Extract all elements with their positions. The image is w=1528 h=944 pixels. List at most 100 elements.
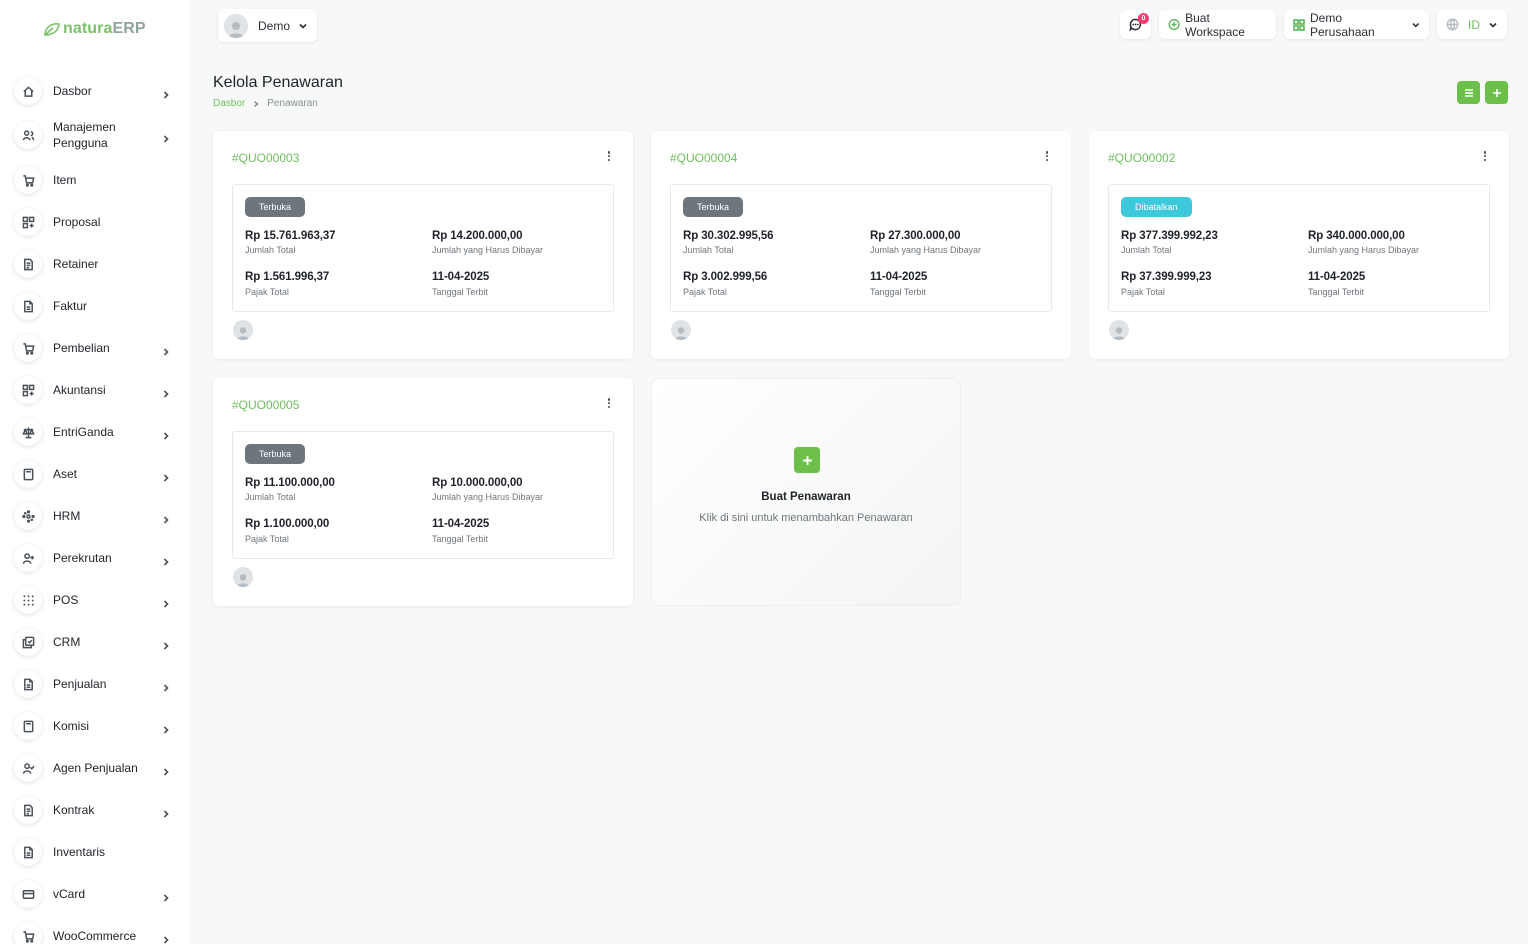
- quotation-id-link[interactable]: #QUO00004: [670, 151, 737, 165]
- sidebar-item-kontrak[interactable]: Kontrak: [14, 796, 180, 824]
- issue-date: 11-04-2025: [870, 271, 928, 283]
- list-view-button[interactable]: [1457, 81, 1480, 104]
- tax-amount: Rp 37.399.999,23: [1121, 271, 1212, 283]
- sidebar-item-pos[interactable]: POS: [14, 586, 180, 614]
- cart-icon: [14, 166, 42, 194]
- total-amount-label: Jumlah Total: [245, 492, 296, 502]
- total-amount: Rp 11.100.000,00: [245, 477, 335, 489]
- quotation-id-link[interactable]: #QUO00003: [232, 151, 299, 165]
- sidebar-item-label: Faktur: [53, 299, 88, 313]
- sidebar-item-komisi[interactable]: Komisi: [14, 712, 180, 740]
- sidebar-item-vcard[interactable]: vCard: [14, 880, 180, 908]
- quotation-summary: Terbuka Rp 30.302.995,56 Jumlah Total Rp 27…: [670, 184, 1052, 312]
- sidebar-item-label: EntriGanda: [53, 425, 114, 439]
- quotation-id-link[interactable]: #QUO00002: [1108, 151, 1175, 165]
- more-vertical-icon[interactable]: [1480, 150, 1490, 162]
- chevron-right-icon: [162, 681, 170, 692]
- sidebar-item-label: Akuntansi: [53, 383, 106, 397]
- sidebar-item-proposal[interactable]: Proposal: [14, 208, 180, 236]
- chevron-right-icon: [162, 387, 170, 398]
- chevron-right-icon: [162, 597, 170, 608]
- sidebar-item-manajemen-pengguna[interactable]: Manajemen Pengguna: [14, 115, 180, 155]
- sidebar-item-pembelian[interactable]: Pembelian: [14, 334, 180, 362]
- sidebar-item-label: Inventaris: [53, 845, 106, 859]
- due-amount: Rp 10.000.000,00: [432, 477, 523, 489]
- assignee-avatar[interactable]: [233, 320, 253, 340]
- cart-icon: [14, 922, 42, 944]
- create-workspace-button[interactable]: Buat Workspace: [1159, 10, 1276, 39]
- chevron-right-icon: [162, 639, 170, 650]
- language-selector[interactable]: ID: [1437, 10, 1507, 39]
- sidebar-item-dasbor[interactable]: Dasbor: [14, 77, 180, 105]
- brand-logo[interactable]: naturaERP: [44, 18, 146, 40]
- sidebar-item-penjualan[interactable]: Penjualan: [14, 670, 180, 698]
- breadcrumb-current: Penawaran: [267, 98, 318, 109]
- add-quotation-button[interactable]: [1485, 81, 1508, 104]
- notifications-button[interactable]: 0: [1120, 10, 1151, 39]
- status-badge: Terbuka: [683, 197, 744, 217]
- document-icon: [14, 292, 42, 320]
- users-icon: [14, 121, 42, 149]
- chevron-right-icon: [162, 891, 170, 902]
- sidebar-item-label: Agen Penjualan: [53, 761, 138, 775]
- sidebar: naturaERP Dasbor Manajemen Pengguna Item Pr…: [0, 0, 190, 944]
- sidebar-item-aset[interactable]: Aset: [14, 460, 180, 488]
- sidebar-item-label: Kontrak: [53, 803, 95, 817]
- assignee-avatar[interactable]: [233, 567, 253, 587]
- sidebar-item-crm[interactable]: CRM: [14, 628, 180, 656]
- user-avatar: [224, 13, 248, 38]
- language-code: ID: [1468, 17, 1480, 32]
- user-check-icon: [14, 754, 42, 782]
- status-badge: Dibatalkan: [1121, 197, 1192, 217]
- assignee-avatar[interactable]: [1109, 320, 1129, 340]
- chevron-down-icon: [1412, 22, 1420, 27]
- chevron-down-icon: [299, 23, 307, 29]
- sidebar-item-hrm[interactable]: HRM: [14, 502, 180, 530]
- sidebar-item-woocommerce[interactable]: WooCommerce: [14, 922, 180, 944]
- total-amount: Rp 30.302.995,56: [683, 230, 774, 242]
- plus-circle-icon: [1168, 18, 1180, 31]
- status-badge: Terbuka: [245, 197, 306, 217]
- user-menu[interactable]: Demo: [218, 9, 318, 42]
- chevron-right-icon: [162, 429, 170, 440]
- sidebar-item-akuntansi[interactable]: Akuntansi: [14, 376, 180, 404]
- due-amount: Rp 14.200.000,00: [432, 230, 523, 242]
- sidebar-item-perekrutan[interactable]: Perekrutan: [14, 544, 180, 572]
- assignee-avatar[interactable]: [671, 320, 691, 340]
- more-vertical-icon[interactable]: [1042, 150, 1052, 162]
- more-vertical-icon[interactable]: [604, 397, 614, 409]
- sidebar-item-item[interactable]: Item: [14, 166, 180, 194]
- company-selector[interactable]: Demo Perusahaan: [1284, 10, 1429, 39]
- user-name: Demo: [258, 18, 291, 33]
- breadcrumb-home[interactable]: Dasbor: [213, 98, 245, 109]
- quotation-summary: Terbuka Rp 15.761.963,37 Jumlah Total Rp 14…: [232, 184, 614, 312]
- sidebar-item-entriganda[interactable]: EntriGanda: [14, 418, 180, 446]
- sidebar-item-faktur[interactable]: Faktur: [14, 292, 180, 320]
- quotation-summary: Dibatalkan Rp 377.399.992,23 Jumlah Total R…: [1108, 184, 1490, 312]
- chevron-right-icon: [162, 807, 170, 818]
- sidebar-item-agen-penjualan[interactable]: Agen Penjualan: [14, 754, 180, 782]
- leaf-icon: [44, 23, 60, 36]
- create-quotation-title: Buat Penawaran: [761, 491, 851, 503]
- chevron-right-icon: [162, 345, 170, 356]
- quotation-id-link[interactable]: #QUO00005: [232, 398, 299, 412]
- sidebar-item-inventaris[interactable]: Inventaris: [14, 838, 180, 866]
- page-title: Kelola Penawaran: [213, 74, 343, 91]
- sidebar-item-label: Penjualan: [53, 677, 107, 691]
- user-icon: [236, 574, 250, 587]
- sidebar-item-retainer[interactable]: Retainer: [14, 250, 180, 278]
- file-icon: [14, 796, 42, 824]
- document-icon: [14, 670, 42, 698]
- sidebar-item-label: vCard: [53, 887, 86, 901]
- chevron-right-icon: [162, 471, 170, 482]
- sidebar-item-label: Pembelian: [53, 341, 110, 355]
- sidebar-item-label: Retainer: [53, 257, 99, 271]
- more-vertical-icon[interactable]: [604, 150, 614, 162]
- issue-date: 11-04-2025: [432, 518, 490, 530]
- chevron-right-icon: [162, 723, 170, 734]
- create-quotation-card[interactable]: Buat Penawaran Klik di sini untuk menamb…: [651, 378, 961, 606]
- create-workspace-label: Buat Workspace: [1185, 10, 1245, 39]
- due-amount-label: Jumlah yang Harus Dibayar: [1308, 245, 1420, 255]
- notification-badge: 0: [1138, 13, 1149, 24]
- sidebar-item-label: POS: [53, 593, 79, 607]
